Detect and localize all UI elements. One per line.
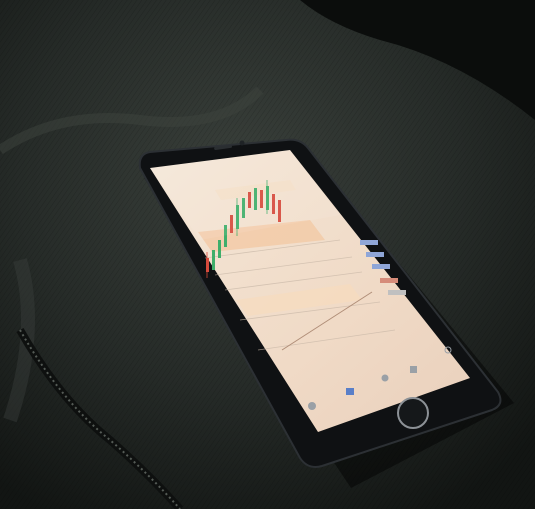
candle bbox=[218, 240, 221, 258]
trade-icon[interactable] bbox=[381, 374, 389, 382]
candle bbox=[206, 258, 209, 272]
home-button[interactable] bbox=[397, 397, 429, 429]
candle bbox=[212, 250, 215, 270]
phone-camera bbox=[239, 140, 245, 146]
chart-icon[interactable] bbox=[346, 388, 354, 395]
settings-icon[interactable] bbox=[410, 366, 417, 373]
photo-scene bbox=[0, 0, 535, 509]
home-icon[interactable] bbox=[308, 402, 316, 410]
